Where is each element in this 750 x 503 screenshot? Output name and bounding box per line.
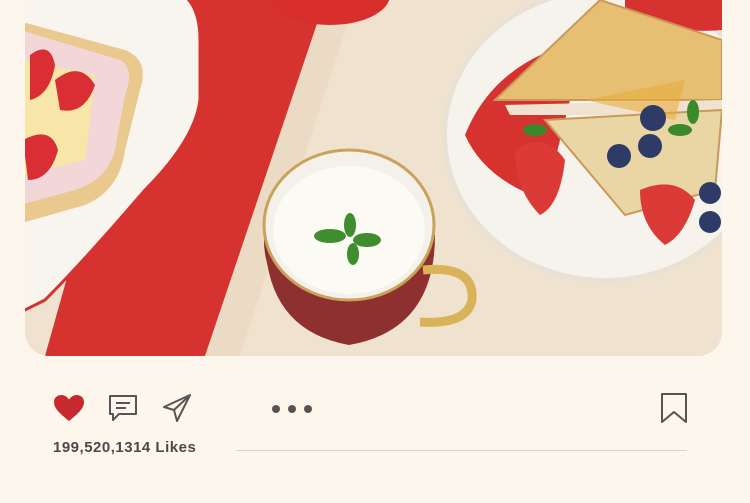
send-icon	[162, 393, 192, 428]
post-photo[interactable]	[25, 0, 722, 356]
divider	[236, 450, 687, 451]
more-dots-icon	[271, 401, 313, 419]
bookmark-button[interactable]	[657, 392, 691, 429]
post-actions-bar	[0, 385, 750, 435]
more-button[interactable]	[270, 393, 314, 427]
comment-button[interactable]	[106, 393, 140, 427]
heart-icon	[53, 394, 85, 427]
like-button[interactable]	[52, 393, 86, 427]
share-button[interactable]	[160, 393, 194, 427]
likes-count[interactable]: 199,520,1314 Likes	[53, 439, 196, 456]
comment-icon	[108, 393, 138, 428]
bookmark-icon	[659, 392, 689, 429]
